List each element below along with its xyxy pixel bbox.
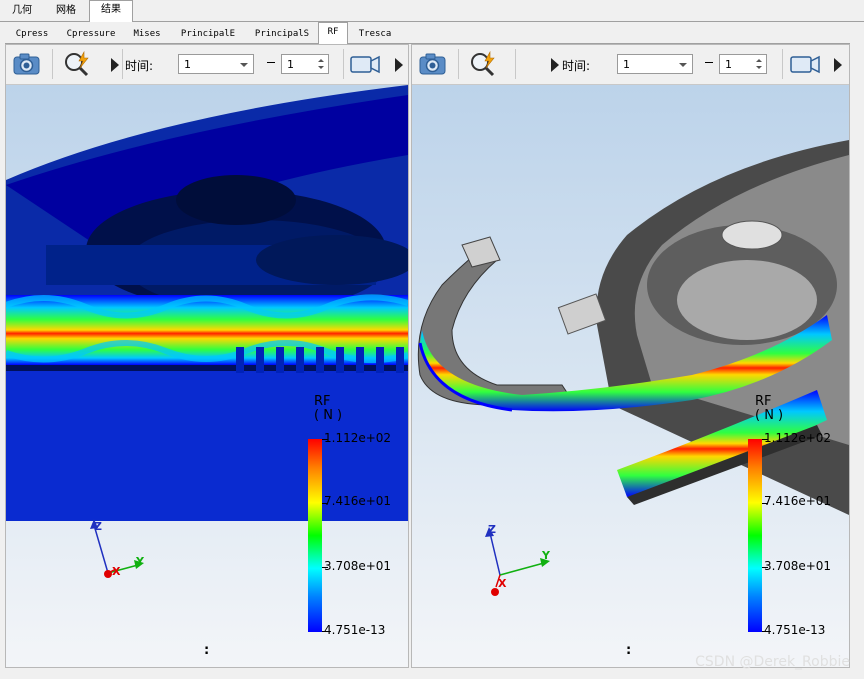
zoom-fit-icon	[65, 50, 89, 77]
screenshot-button[interactable]	[10, 49, 44, 79]
viewer-pane-left: 时间: 1 1 Z Y X RF (N) 1.112e+02 7.416e+…	[5, 44, 409, 668]
status-indicator: :	[626, 643, 632, 658]
top-tab-bar: 几何 网格 结果	[0, 0, 864, 22]
video-camera-icon	[790, 55, 820, 74]
legend-title: RF ( N )	[755, 395, 783, 423]
time-combo[interactable]: 1	[617, 54, 693, 74]
tab-tresca[interactable]: Tresca	[353, 25, 397, 43]
camera-icon	[13, 53, 40, 75]
time-combo-value: 1	[184, 58, 191, 71]
step-spinbox[interactable]: 1	[719, 54, 767, 74]
tab-principal-s[interactable]: PrincipalS	[247, 25, 317, 43]
legend-color-bar	[748, 439, 762, 632]
legend-quantity: RF	[755, 394, 772, 409]
axis-label-x: X	[112, 565, 121, 578]
model-render	[417, 140, 849, 515]
time-label: 时间:	[125, 59, 154, 73]
arrow-right-icon[interactable]	[110, 57, 120, 73]
time-combo[interactable]: 1	[178, 54, 254, 74]
step-spinbox[interactable]: 1	[281, 54, 329, 74]
tab-mises[interactable]: Mises	[127, 25, 167, 43]
zoom-fit-button[interactable]	[467, 49, 501, 79]
3d-viewport[interactable]: Z Y X RF ( N ) 1.112e+02 7.416e+01 3.708…	[6, 85, 408, 667]
tab-results[interactable]: 结果	[89, 0, 133, 22]
axis-label-x: X	[498, 577, 507, 590]
arrow-right-icon[interactable]	[833, 57, 843, 73]
3d-viewport[interactable]: Z Y X RF ( N ) 1.112e+02 7.416e+01 3.708…	[412, 85, 849, 667]
legend-unit: ( N )	[314, 408, 343, 423]
legend-value-3: 3.708e+01	[324, 559, 392, 573]
time-label: 时间:	[562, 59, 591, 73]
axis-label-z: Z	[488, 523, 496, 536]
tab-mesh[interactable]: 网格	[46, 2, 86, 20]
tab-principal-e[interactable]: PrincipalE	[173, 25, 243, 43]
record-video-button[interactable]	[788, 49, 822, 79]
zoom-fit-button[interactable]	[61, 49, 95, 79]
step-value: 1	[287, 58, 294, 71]
axis-triad	[485, 527, 550, 596]
zoom-fit-icon	[471, 50, 495, 77]
model-render	[6, 85, 408, 521]
legend-value-2: 7.416e+01	[764, 494, 832, 508]
arrow-right-icon[interactable]	[550, 57, 560, 73]
step-value: 1	[725, 58, 732, 71]
legend-max: 1.112e+02	[764, 431, 832, 445]
viewer-toolbar: 时间: 1 1	[412, 45, 849, 85]
tab-cpressure[interactable]: Cpressure	[60, 25, 122, 43]
legend-value-3: 3.708e+01	[764, 559, 832, 573]
legend-unit: ( N )	[755, 408, 784, 423]
axis-triad	[90, 519, 144, 578]
viewer-toolbar: 时间: 1 1	[6, 45, 408, 85]
axis-label-y: Y	[136, 555, 144, 568]
viewer-pane-right: 时间: 1 1 Z Y X RF (N) 1.112e+02 7.416e+…	[411, 44, 850, 668]
status-indicator: :	[204, 643, 210, 658]
watermark: CSDN @Derek_Robbie	[695, 654, 850, 670]
legend-min: 4.751e-13	[764, 623, 826, 637]
time-combo-value: 1	[623, 58, 630, 71]
axis-label-z: Z	[94, 520, 102, 533]
tab-geometry[interactable]: 几何	[4, 2, 40, 20]
result-tab-bar: Cpress Cpressure Mises PrincipalE Princi…	[5, 22, 850, 44]
video-camera-icon	[350, 55, 380, 74]
tab-rf[interactable]: RF	[318, 22, 348, 44]
axis-label-y: Y	[542, 549, 550, 562]
screenshot-button[interactable]	[416, 49, 450, 79]
legend-max: 1.112e+02	[324, 431, 392, 445]
tab-cpress[interactable]: Cpress	[7, 25, 57, 43]
legend-min: 4.751e-13	[324, 623, 386, 637]
legend-quantity: RF	[314, 394, 331, 409]
legend-color-bar	[308, 439, 322, 632]
record-video-button[interactable]	[348, 49, 382, 79]
arrow-right-icon[interactable]	[394, 57, 404, 73]
legend-title: RF ( N )	[314, 395, 342, 423]
camera-icon	[419, 53, 446, 75]
legend-value-2: 7.416e+01	[324, 494, 392, 508]
